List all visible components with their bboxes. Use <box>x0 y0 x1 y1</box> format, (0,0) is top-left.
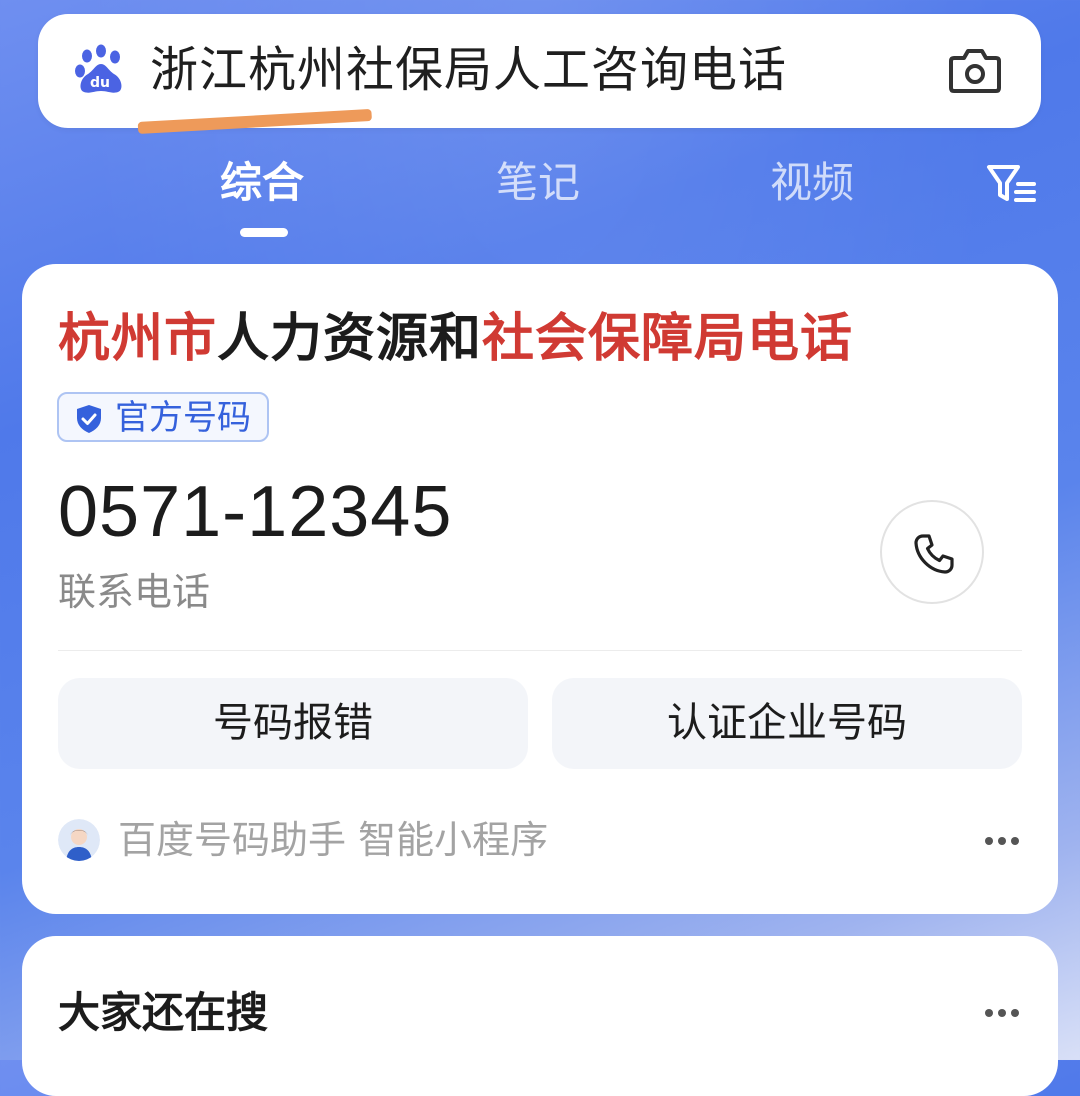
source-mini-program[interactable]: 百度号码助手 智能小程序 <box>118 815 548 865</box>
shield-check-icon <box>77 405 101 433</box>
related-searches-title: 大家还在搜 <box>58 988 269 1037</box>
title-highlight-city: 杭州市 <box>58 309 218 369</box>
tab-videos[interactable]: 视频 <box>770 155 854 211</box>
phone-label: 联系电话 <box>58 570 211 614</box>
related-more-options-icon[interactable] <box>984 1008 1020 1018</box>
title-plain: 人力资源和 <box>217 309 483 369</box>
card-divider <box>58 650 1022 651</box>
report-error-button[interactable]: 号码报错 <box>58 678 528 769</box>
title-highlight-bureau: 社会保障局电话 <box>482 309 854 369</box>
more-options-icon[interactable] <box>984 836 1020 846</box>
search-query[interactable]: 浙江杭州社保局人工咨询电话 <box>150 38 787 102</box>
badge-label: 官方号码 <box>115 398 251 438</box>
phone-icon <box>914 534 954 574</box>
filter-icon[interactable] <box>986 162 1036 206</box>
result-title[interactable]: 杭州市人力资源和社会保障局电话 <box>58 305 853 373</box>
svg-text:du: du <box>90 75 110 91</box>
assistant-avatar <box>58 819 100 861</box>
tab-notes[interactable]: 笔记 <box>496 155 580 211</box>
verify-business-number-button[interactable]: 认证企业号码 <box>552 678 1022 769</box>
tab-indicator <box>240 228 288 237</box>
tab-comprehensive[interactable]: 综合 <box>220 155 304 211</box>
camera-icon[interactable] <box>948 44 1002 96</box>
call-button[interactable] <box>880 500 984 604</box>
phone-number[interactable]: 0571-12345 <box>58 470 452 554</box>
baidu-paw-icon: du <box>75 44 122 93</box>
official-number-badge: 官方号码 <box>57 392 269 442</box>
